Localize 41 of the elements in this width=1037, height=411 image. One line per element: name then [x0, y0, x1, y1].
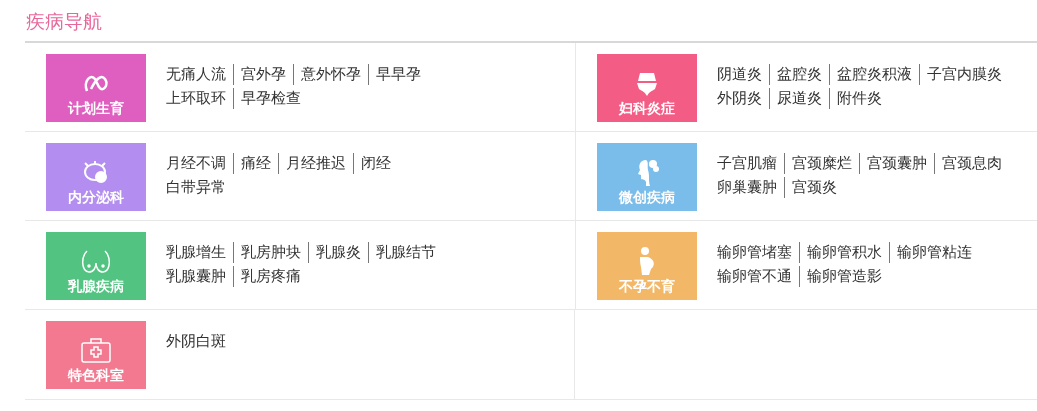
disease-link[interactable]: 白带异常	[166, 177, 226, 198]
disease-link[interactable]: 宫外孕	[233, 64, 286, 85]
disease-link[interactable]: 子宫内膜炎	[919, 64, 1002, 85]
disease-link[interactable]: 乳房疼痛	[233, 266, 301, 287]
disease-link[interactable]: 乳腺结节	[368, 242, 436, 263]
disease-link[interactable]: 宫颈囊肿	[859, 153, 927, 174]
disease-link[interactable]: 子宫肌瘤	[717, 153, 777, 174]
disease-link[interactable]: 痛经	[233, 153, 271, 174]
disease-link[interactable]: 上环取环	[166, 88, 226, 109]
disease-link[interactable]: 乳房肿块	[233, 242, 301, 263]
disease-link[interactable]: 月经推迟	[278, 153, 346, 174]
disease-link[interactable]: 意外怀孕	[293, 64, 361, 85]
underwear-icon	[634, 71, 660, 97]
disease-link[interactable]: 盆腔炎积液	[829, 64, 912, 85]
disease-link[interactable]: 月经不调	[166, 153, 226, 174]
disease-link[interactable]: 输卵管不通	[717, 266, 792, 287]
cell-icon	[82, 160, 110, 186]
disease-link[interactable]: 输卵管积水	[799, 242, 882, 263]
disease-link[interactable]: 宫颈息肉	[934, 153, 1002, 174]
disease-link[interactable]: 尿道炎	[769, 88, 822, 109]
disease-link[interactable]: 附件炎	[829, 88, 882, 109]
disease-link[interactable]: 闭经	[353, 153, 391, 174]
disease-link[interactable]: 输卵管造影	[799, 266, 882, 287]
disease-link[interactable]: 乳腺增生	[166, 242, 226, 263]
disease-link[interactable]: 外阴白斑	[166, 331, 226, 352]
disease-link[interactable]: 乳腺炎	[308, 242, 361, 263]
disease-link[interactable]: 阴道炎	[717, 64, 762, 85]
disease-link[interactable]: 宫颈糜烂	[784, 153, 852, 174]
disease-link[interactable]: 盆腔炎	[769, 64, 822, 85]
disease-link[interactable]: 早孕检查	[233, 88, 301, 109]
disease-link[interactable]: 乳腺囊肿	[166, 266, 226, 287]
first-aid-kit-icon	[80, 336, 112, 364]
disease-link[interactable]: 早早孕	[368, 64, 421, 85]
disease-link[interactable]: 输卵管堵塞	[717, 242, 792, 263]
disease-link[interactable]: 外阴炎	[717, 88, 762, 109]
disease-link[interactable]: 卵巢囊肿	[717, 177, 777, 198]
section-title: 疾病导航	[26, 9, 103, 34]
disease-link[interactable]: 宫颈炎	[784, 177, 837, 198]
breast-icon	[79, 249, 113, 275]
disease-link[interactable]: 输卵管粘连	[889, 242, 972, 263]
disease-link[interactable]: 无痛人流	[166, 64, 226, 85]
